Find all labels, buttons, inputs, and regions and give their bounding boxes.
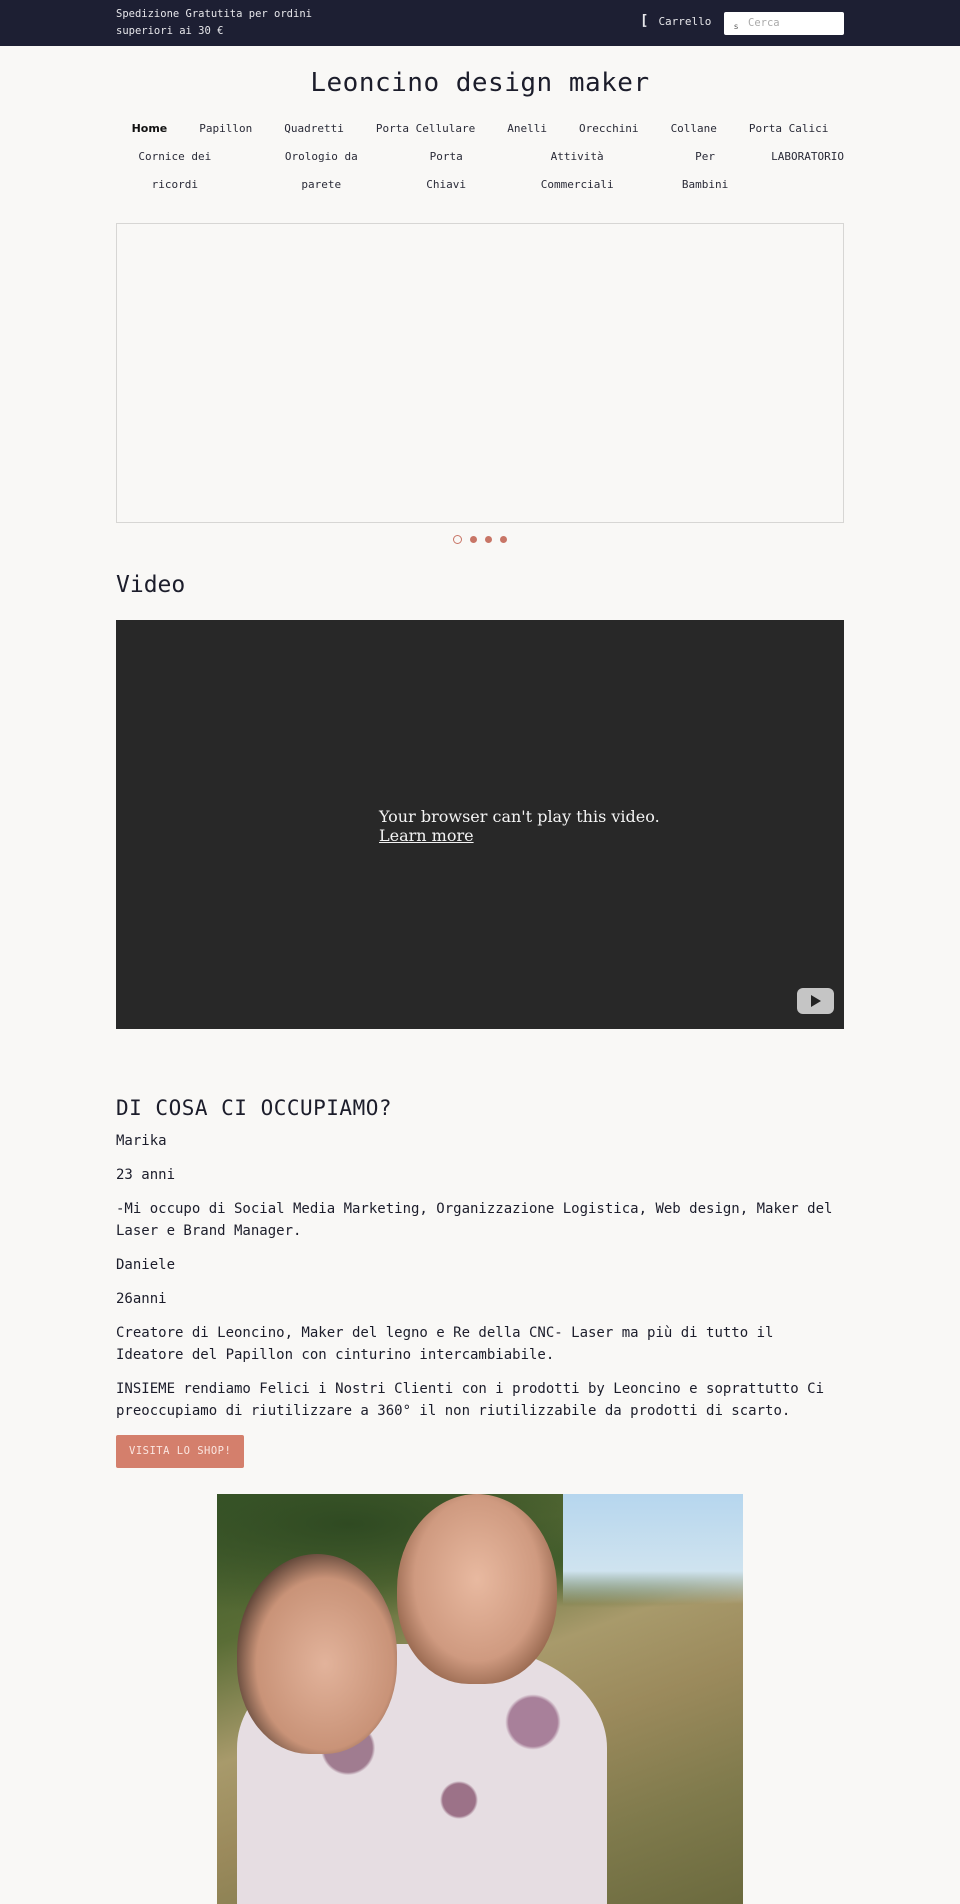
- main-content: Video Your browser can't play this video…: [116, 223, 844, 1904]
- slide-dot-3[interactable]: [485, 536, 492, 543]
- visit-shop-button[interactable]: VISITA LO SHOP!: [116, 1435, 245, 1468]
- youtube-play-icon: [810, 995, 821, 1007]
- nav-row-1: Home Papillon Quadretti Porta Cellulare …: [100, 115, 860, 143]
- nav-item-porta-cellulare[interactable]: Porta Cellulare: [360, 115, 491, 143]
- search-icon[interactable]: s: [734, 22, 738, 31]
- slideshow[interactable]: [116, 223, 844, 523]
- promo-line-2: superiori ai 30 €: [116, 25, 224, 37]
- youtube-play-button[interactable]: [797, 988, 834, 1014]
- about-paragraph: Creatore di Leoncino, Maker del legno e …: [116, 1325, 774, 1363]
- top-bar: Spedizione Gratutita per ordini superior…: [0, 0, 960, 46]
- video-error-message: Your browser can't play this video. Lear…: [379, 807, 660, 845]
- team-photo: [217, 1494, 743, 1904]
- about-title: DI COSA CI OCCUPIAMO?: [116, 1096, 393, 1120]
- cart-link[interactable]: [ Carrello: [640, 14, 711, 28]
- nav-item-papillon[interactable]: Papillon: [183, 115, 268, 143]
- nav-item-laboratorio[interactable]: LABORATORIO: [755, 143, 860, 199]
- nav-item-anelli[interactable]: Anelli: [491, 115, 563, 143]
- about-paragraph: 26anni: [116, 1291, 167, 1307]
- slide-dot-1[interactable]: [453, 535, 462, 544]
- nav-item-cornice-dei-ricordi[interactable]: Cornice dei ricordi: [100, 143, 250, 199]
- main-nav: Home Papillon Quadretti Porta Cellulare …: [100, 115, 860, 199]
- nav-item-orologio-da-parete[interactable]: Orologio da parete: [250, 143, 393, 199]
- nav-item-attivita-commerciali[interactable]: Attività Commerciali: [499, 143, 655, 199]
- photo-person-daniele: [397, 1494, 557, 1684]
- cart-label: Carrello: [658, 14, 712, 28]
- video-section-title: Video: [116, 572, 186, 598]
- about-paragraph: Daniele: [116, 1257, 176, 1273]
- site-title[interactable]: Leoncino design maker: [0, 68, 960, 98]
- learn-more-link[interactable]: Learn more: [379, 826, 474, 845]
- nav-item-porta-chiavi[interactable]: Porta Chiavi: [393, 143, 499, 199]
- slide-dot-4[interactable]: [500, 536, 507, 543]
- nav-item-home[interactable]: Home: [116, 115, 184, 143]
- about-section: DI COSA CI OCCUPIAMO? Marika 23 anni -Mi…: [116, 1096, 844, 1468]
- nav-item-collane[interactable]: Collane: [655, 115, 733, 143]
- video-error-text: Your browser can't play this video.: [379, 807, 660, 826]
- shipping-promo: Spedizione Gratutita per ordini superior…: [116, 6, 346, 40]
- cart-icon: [: [640, 13, 649, 29]
- slide-dot-2[interactable]: [470, 536, 477, 543]
- nav-item-porta-calici[interactable]: Porta Calici: [733, 115, 844, 143]
- photo-person-marika: [237, 1554, 397, 1754]
- photo-sky: [563, 1494, 743, 1604]
- nav-item-per-bambini[interactable]: Per Bambini: [655, 143, 755, 199]
- about-paragraph: -Mi occupo di Social Media Marketing, Or…: [116, 1201, 833, 1239]
- about-paragraph: INSIEME rendiamo Felici i Nostri Clienti…: [116, 1381, 825, 1419]
- nav-row-2: Cornice dei ricordi Orologio da parete P…: [100, 143, 860, 199]
- nav-item-quadretti[interactable]: Quadretti: [268, 115, 360, 143]
- slideshow-dots: [116, 535, 844, 544]
- nav-item-orecchini[interactable]: Orecchini: [563, 115, 655, 143]
- video-player[interactable]: Your browser can't play this video. Lear…: [116, 620, 844, 1029]
- about-paragraph: 23 anni: [116, 1167, 176, 1183]
- search-input[interactable]: [746, 12, 840, 35]
- search-box[interactable]: s: [724, 12, 844, 35]
- about-paragraph: Marika: [116, 1133, 167, 1149]
- promo-line-1: Spedizione Gratutita per ordini: [116, 8, 312, 20]
